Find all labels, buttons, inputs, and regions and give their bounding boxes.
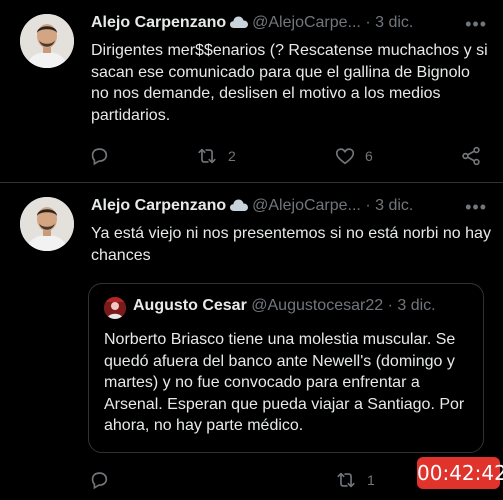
tweet-header: Alejo Carpenzano @AlejoCarpe... · 3 dic. (91, 197, 489, 219)
tweet-text: Dirigentes mer$$enarios (? Rescatense mu… (91, 42, 488, 124)
recording-timer: 00:42:42 (417, 457, 503, 489)
quote-text: Norberto Briasco tiene una molestia musc… (104, 331, 465, 434)
tweet-time[interactable]: · 3 dic. (365, 14, 413, 31)
quote-author-name: Augusto Cesar (133, 297, 247, 314)
tweet-text: Ya está viejo ni nos presentemos si no e… (91, 225, 491, 264)
reply-button[interactable] (88, 144, 110, 168)
share-button[interactable] (460, 144, 482, 168)
quoted-tweet[interactable]: Augusto Cesar @Augustocesar22 · 3 dic. N… (88, 283, 484, 453)
reply-icon (88, 469, 110, 491)
like-count: 6 (365, 148, 373, 164)
author-handle[interactable]: @AlejoCarpe... (252, 197, 361, 214)
more-icon[interactable]: ••• (465, 197, 487, 218)
retweet-icon (334, 469, 358, 491)
author-handle[interactable]: @AlejoCarpe... (252, 14, 361, 31)
quote-header: Augusto Cesar @Augustocesar22 · 3 dic. (133, 297, 436, 315)
author-name[interactable]: Alejo Carpenzano (91, 197, 226, 214)
share-icon (460, 145, 482, 167)
quote-avatar (104, 297, 126, 319)
retweet-count: 2 (228, 148, 236, 164)
quote-time: · 3 dic. (387, 297, 436, 314)
retweet-button[interactable]: 2 (195, 144, 236, 168)
like-icon (334, 145, 356, 167)
avatar[interactable] (20, 197, 74, 251)
author-name[interactable]: Alejo Carpenzano (91, 14, 226, 31)
retweet-icon (195, 145, 219, 167)
retweet-button[interactable]: 1 (334, 468, 375, 492)
cloud-icon (230, 15, 249, 34)
reply-icon (88, 145, 110, 167)
more-icon[interactable]: ••• (465, 14, 487, 35)
tweet-actions: 2 6 (88, 144, 488, 168)
retweet-count: 1 (367, 472, 375, 488)
cloud-icon (230, 198, 249, 217)
reply-button[interactable] (88, 468, 110, 492)
quote-author-handle: @Augustocesar22 (251, 297, 384, 314)
tweet-time[interactable]: · 3 dic. (365, 197, 413, 214)
tweet[interactable]: Alejo Carpenzano @AlejoCarpe... · 3 dic. … (0, 0, 503, 182)
like-button[interactable]: 6 (334, 144, 373, 168)
tweet-header: Alejo Carpenzano @AlejoCarpe... · 3 dic. (91, 14, 489, 36)
avatar[interactable] (20, 14, 74, 68)
